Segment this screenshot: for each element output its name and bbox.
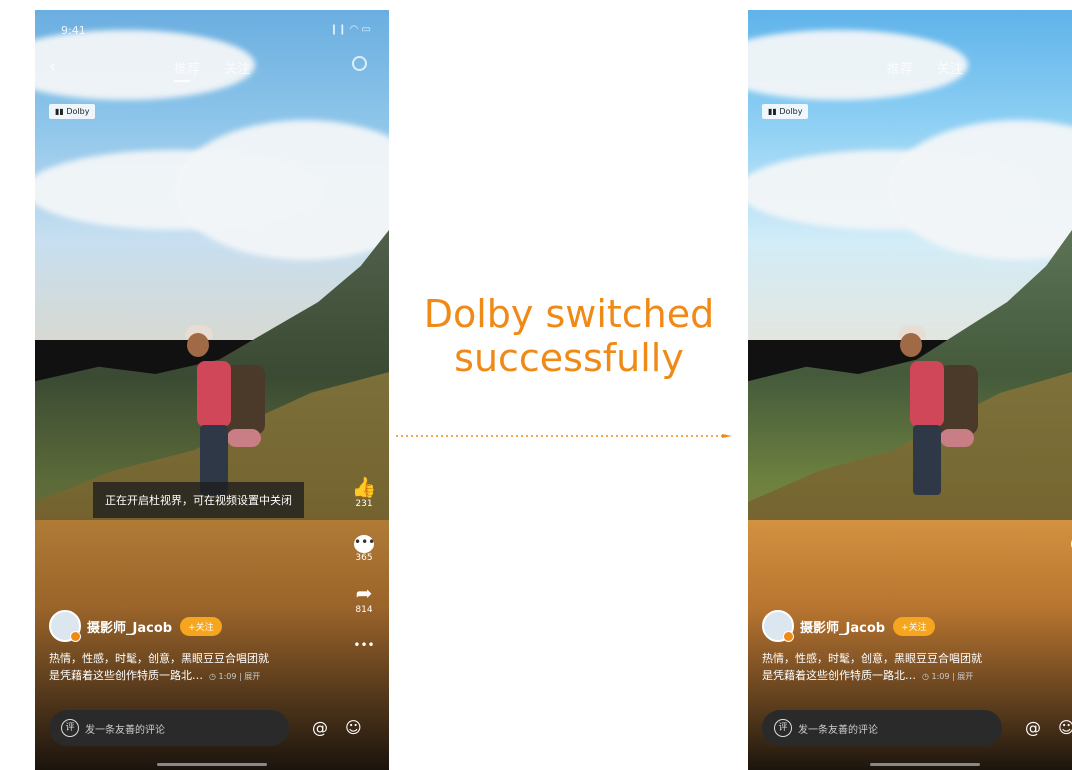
author-row: 摄影师_Jacob +关注	[762, 610, 935, 642]
share-count: 814	[355, 605, 373, 615]
thumbs-up-icon: 👍	[351, 475, 377, 499]
action-column: 👍 231 ••• 365 ➦ 814	[1064, 475, 1072, 633]
tab-underline	[174, 80, 190, 82]
like-button[interactable]: 👍 231	[1064, 475, 1072, 509]
tab-recommend[interactable]: 推荐	[887, 62, 913, 77]
annotation-line: Dolby switched	[423, 292, 715, 336]
like-button[interactable]: 👍 231	[347, 475, 381, 509]
author-row: 摄影师_Jacob +关注	[49, 610, 222, 642]
comment-badge-icon: 评	[774, 719, 792, 737]
comment-count: 365	[355, 553, 373, 563]
home-indicator	[870, 763, 980, 766]
status-icons: ❙❙ ◠ ▭	[329, 24, 371, 35]
more-button[interactable]: •••	[347, 633, 381, 657]
caption-line: 热情，性感，时髦，创意，黑眼豆豆合唱团就	[49, 652, 269, 665]
caption-line: 热情，性感，时髦，创意，黑眼豆豆合唱团就	[762, 652, 982, 665]
share-icon: ➦	[355, 581, 373, 605]
comment-badge-icon: 评	[61, 719, 79, 737]
share-button[interactable]: ➦ 814	[1064, 581, 1072, 615]
caption-meta[interactable]: ◷ 1:09 | 展开	[922, 672, 973, 681]
comment-count: 365	[1064, 553, 1072, 563]
comment-placeholder: 发一条友善的评论	[85, 724, 165, 736]
search-icon[interactable]	[352, 56, 367, 71]
avatar[interactable]	[762, 610, 794, 642]
phone-screen-before: 9:41 ❙❙ ◠ ▭ ‹ 推荐 关注 ▮▮ Dolby 正在开启杜视界，可在视…	[35, 10, 389, 770]
mention-icon[interactable]: @	[312, 718, 328, 737]
tab-following[interactable]: 关注	[224, 62, 250, 77]
dolby-badge: ▮▮ Dolby	[762, 104, 809, 119]
home-indicator	[157, 763, 267, 766]
status-time: 9:41	[61, 24, 86, 37]
emoji-icon[interactable]: ☺	[345, 718, 362, 737]
share-button[interactable]: ➦ 814	[347, 581, 381, 615]
phone-screen-after: 推荐 关注 ▮▮ Dolby 👍 231 ••• 365 ➦ 814 摄影师_J…	[748, 10, 1072, 770]
caption-line: 是凭藉着这些创作特质一路北…	[762, 669, 916, 682]
top-tabs: 推荐 关注	[748, 58, 1072, 77]
follow-button[interactable]: +关注	[893, 616, 935, 636]
dolby-badge: ▮▮ Dolby	[49, 104, 96, 119]
share-icon: ➦	[1064, 581, 1072, 605]
caption-line: 是凭藉着这些创作特质一路北…	[49, 669, 203, 682]
comment-input[interactable]: 评 发一条友善的评论	[762, 710, 1002, 746]
username[interactable]: 摄影师_Jacob	[800, 617, 885, 636]
video-caption: 热情，性感，时髦，创意，黑眼豆豆合唱团就 是凭藉着这些创作特质一路北… ◷ 1:0…	[49, 650, 349, 685]
tab-following[interactable]: 关注	[937, 62, 963, 77]
share-count: 814	[1064, 605, 1072, 615]
username[interactable]: 摄影师_Jacob	[87, 617, 172, 636]
avatar[interactable]	[49, 610, 81, 642]
comment-button[interactable]: ••• 365	[1064, 527, 1072, 563]
thumbs-up-icon: 👍	[1064, 475, 1072, 499]
annotation-line: successfully	[454, 336, 684, 380]
dolby-toast: 正在开启杜视界，可在视频设置中关闭	[93, 482, 304, 518]
like-count: 231	[1064, 499, 1072, 509]
like-count: 231	[355, 499, 373, 509]
tab-recommend[interactable]: 推荐	[174, 62, 200, 77]
more-icon: •••	[353, 638, 375, 652]
comment-button[interactable]: ••• 365	[347, 527, 381, 563]
follow-button[interactable]: +关注	[180, 616, 222, 636]
caption-meta[interactable]: ◷ 1:09 | 展开	[209, 672, 260, 681]
comment-input[interactable]: 评 发一条友善的评论	[49, 710, 289, 746]
mention-icon[interactable]: @	[1025, 718, 1041, 737]
action-column: 👍 231 ••• 365 ➦ 814 •••	[347, 475, 381, 675]
top-tabs: 推荐 关注	[35, 58, 389, 77]
comment-placeholder: 发一条友善的评论	[798, 724, 878, 736]
dolby-switch-annotation: Dolby switched successfully	[390, 292, 748, 380]
comment-icon: •••	[354, 535, 375, 553]
emoji-icon[interactable]: ☺	[1058, 718, 1072, 737]
transition-arrow-icon	[396, 434, 732, 438]
video-caption: 热情，性感，时髦，创意，黑眼豆豆合唱团就 是凭藉着这些创作特质一路北… ◷ 1:0…	[762, 650, 1062, 685]
